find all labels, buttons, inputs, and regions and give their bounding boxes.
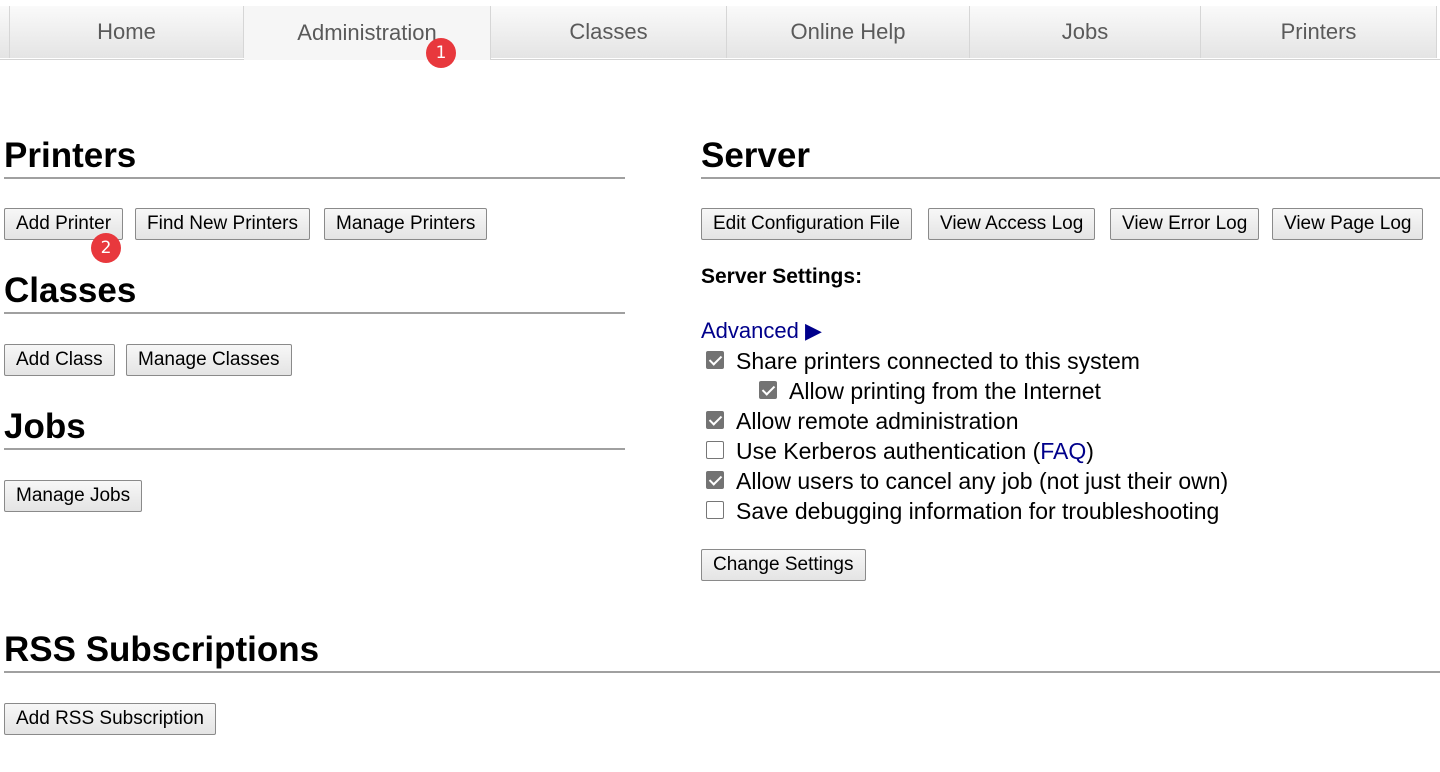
step-badge-1: 1 [426, 38, 456, 68]
option-allow-internet[interactable]: Allow printing from the Internet [759, 376, 1101, 406]
advanced-toggle-link[interactable]: Advanced ▶ [701, 316, 822, 346]
kerberos-label-suffix: ) [1086, 438, 1094, 464]
server-heading: Server [701, 136, 810, 175]
kerberos-label: Use Kerberos authentication ( [736, 438, 1041, 464]
find-new-printers-button[interactable]: Find New Printers [135, 208, 310, 240]
rss-heading: RSS Subscriptions [4, 630, 320, 669]
debug-logging-checkbox[interactable] [706, 501, 724, 519]
cancel-any-job-label: Allow users to cancel any job (not just … [736, 468, 1229, 494]
option-remote-admin[interactable]: Allow remote administration [706, 406, 1019, 436]
printers-heading: Printers [4, 136, 137, 175]
share-printers-checkbox[interactable] [706, 351, 724, 369]
remote-admin-label: Allow remote administration [736, 408, 1019, 434]
add-rss-subscription-button[interactable]: Add RSS Subscription [4, 703, 216, 735]
view-access-log-button[interactable]: View Access Log [928, 208, 1096, 240]
tab-bar: Home Administration Classes Online Help … [0, 0, 1440, 60]
view-page-log-button[interactable]: View Page Log [1272, 208, 1424, 240]
option-debug-logging[interactable]: Save debugging information for troublesh… [706, 496, 1219, 526]
remote-admin-checkbox[interactable] [706, 411, 724, 429]
jobs-heading: Jobs [4, 407, 86, 446]
jobs-divider [4, 448, 625, 450]
change-settings-button[interactable]: Change Settings [701, 549, 866, 581]
tab-classes[interactable]: Classes [491, 6, 727, 58]
classes-divider [4, 312, 625, 314]
tab-printers[interactable]: Printers [1201, 6, 1437, 58]
option-share-printers[interactable]: Share printers connected to this system [706, 346, 1140, 376]
classes-heading: Classes [4, 271, 137, 310]
cancel-any-job-checkbox[interactable] [706, 471, 724, 489]
add-class-button[interactable]: Add Class [4, 344, 115, 376]
rss-divider [4, 671, 1440, 673]
server-settings-label: Server Settings: [701, 265, 863, 288]
option-cancel-any-job[interactable]: Allow users to cancel any job (not just … [706, 466, 1228, 496]
tab-edge [0, 6, 10, 58]
tab-home[interactable]: Home [10, 6, 244, 58]
tab-online-help[interactable]: Online Help [727, 6, 970, 58]
server-divider [701, 177, 1440, 179]
allow-internet-checkbox[interactable] [759, 381, 777, 399]
view-error-log-button[interactable]: View Error Log [1110, 208, 1260, 240]
tab-jobs[interactable]: Jobs [970, 6, 1201, 58]
option-kerberos[interactable]: Use Kerberos authentication (FAQ) [706, 436, 1094, 466]
kerberos-checkbox[interactable] [706, 441, 724, 459]
share-printers-label: Share printers connected to this system [736, 348, 1140, 374]
manage-printers-button[interactable]: Manage Printers [324, 208, 488, 240]
manage-classes-button[interactable]: Manage Classes [126, 344, 292, 376]
kerberos-faq-link[interactable]: FAQ [1040, 436, 1086, 466]
printers-divider [4, 177, 625, 179]
manage-jobs-button[interactable]: Manage Jobs [4, 480, 143, 512]
edit-configuration-file-button[interactable]: Edit Configuration File [701, 208, 912, 240]
debug-logging-label: Save debugging information for troublesh… [736, 498, 1220, 524]
allow-internet-label: Allow printing from the Internet [789, 378, 1101, 404]
step-badge-2: 2 [91, 233, 121, 263]
